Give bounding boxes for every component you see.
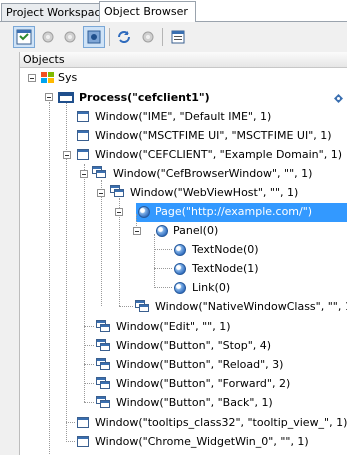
tree-line xyxy=(49,102,50,454)
settings-disabled-icon-2[interactable] xyxy=(59,26,81,48)
left-gutter xyxy=(0,52,19,455)
collapse-toggle[interactable] xyxy=(97,189,105,197)
object-spy-icon[interactable] xyxy=(83,26,105,48)
child-window-icon xyxy=(110,185,124,198)
tree-node-label: Window("WebViewHost", "", 1) xyxy=(130,186,299,199)
settings-disabled-icon[interactable] xyxy=(37,26,59,48)
textnode-icon xyxy=(174,244,186,256)
tree-line xyxy=(84,326,94,327)
child-window-icon xyxy=(96,377,110,390)
toolbar xyxy=(0,22,347,52)
tree-node-label: Window("Edit", "", 1) xyxy=(116,320,231,333)
tree-node-label: Window("MSCTFIME UI", "MSCTFIME UI", 1) xyxy=(95,129,332,142)
tree-line xyxy=(84,364,94,365)
windows-flag-icon xyxy=(40,71,56,85)
tree-view-icon[interactable] xyxy=(13,26,35,48)
child-window-icon xyxy=(96,358,110,371)
tree-line xyxy=(84,383,94,384)
pin-icon[interactable] xyxy=(334,94,343,103)
tree-line xyxy=(154,287,172,288)
collapse-toggle[interactable] xyxy=(133,227,141,235)
tree-node-label: Process("cefclient1") xyxy=(79,91,210,104)
child-window-icon xyxy=(135,300,149,313)
tab-object-browser[interactable]: Object Browser xyxy=(99,1,196,22)
refresh-icon[interactable] xyxy=(113,26,135,48)
tree-line xyxy=(84,402,94,403)
tree-line xyxy=(154,249,172,250)
tree-node-label: Panel(0) xyxy=(173,224,219,237)
child-window-icon xyxy=(96,320,110,333)
tree-node-label: TextNode(1) xyxy=(192,262,259,275)
collapse-toggle[interactable] xyxy=(63,151,71,159)
tree-line xyxy=(119,306,133,307)
tree-node-label: Window("Button", "Stop", 4) xyxy=(116,339,272,352)
tree-node-label: TextNode(0) xyxy=(192,243,259,256)
window-icon xyxy=(77,111,89,122)
tree-line xyxy=(101,180,102,306)
collapse-toggle[interactable] xyxy=(28,74,36,82)
panel-icon xyxy=(156,225,168,237)
object-tree-panel: Objects Sys Process("cefclient1") Window… xyxy=(19,52,347,455)
tree-node-label: Window("Chrome_WidgetWin_0", "", 1) xyxy=(95,435,309,448)
toolbar-separator-2 xyxy=(162,28,163,46)
tab-bar: Project Workspace Object Browser xyxy=(0,0,347,22)
link-icon xyxy=(174,282,186,294)
tree-node-label: Window("Button", "Reload", 3) xyxy=(116,358,284,371)
window-icon xyxy=(77,436,89,447)
child-window-icon xyxy=(92,166,106,179)
toolbar-separator xyxy=(109,28,110,46)
collapse-toggle[interactable] xyxy=(45,93,53,101)
tree-line xyxy=(66,441,75,442)
collapse-toggle[interactable] xyxy=(115,208,123,216)
tab-project-workspace[interactable]: Project Workspace xyxy=(1,3,107,21)
window-icon xyxy=(77,130,89,141)
textnode-icon xyxy=(174,263,186,275)
tree-node-label: Link(0) xyxy=(192,281,231,294)
child-window-icon xyxy=(96,396,110,409)
tree-node-label: Window("CEFCLIENT", "Example Domain", 1) xyxy=(95,148,342,161)
collapse-toggle[interactable] xyxy=(80,170,88,178)
properties-icon[interactable] xyxy=(167,26,189,48)
tree-line xyxy=(84,345,94,346)
page-icon xyxy=(138,206,150,218)
window-icon xyxy=(77,417,89,428)
tree-node-label: Window("Button", "Back", 1) xyxy=(116,396,273,409)
tree-line xyxy=(84,164,85,402)
window-icon xyxy=(77,149,89,160)
tree-node-label: Window("Button", "Forward", 2) xyxy=(116,377,291,390)
tree-line xyxy=(66,422,75,423)
tree-node-label: Page("http://example.com/") xyxy=(155,205,313,218)
tree-node-label: Window("CefBrowserWindow", "", 1) xyxy=(113,167,313,180)
tree-node-label: Sys xyxy=(58,71,78,84)
tree-line xyxy=(154,234,155,288)
tree-node-label: Window("tooltips_class32", "tooltip_view… xyxy=(95,416,347,429)
gear-disabled-icon[interactable] xyxy=(137,26,159,48)
tree-node-label: Window("NativeWindowClass", "", 1) xyxy=(155,300,347,313)
child-window-icon xyxy=(96,339,110,352)
tree-node-label: Window("IME", "Default IME", 1) xyxy=(95,110,272,123)
panel-header: Objects xyxy=(20,52,347,68)
tree-line xyxy=(154,268,172,269)
process-icon xyxy=(58,92,74,103)
